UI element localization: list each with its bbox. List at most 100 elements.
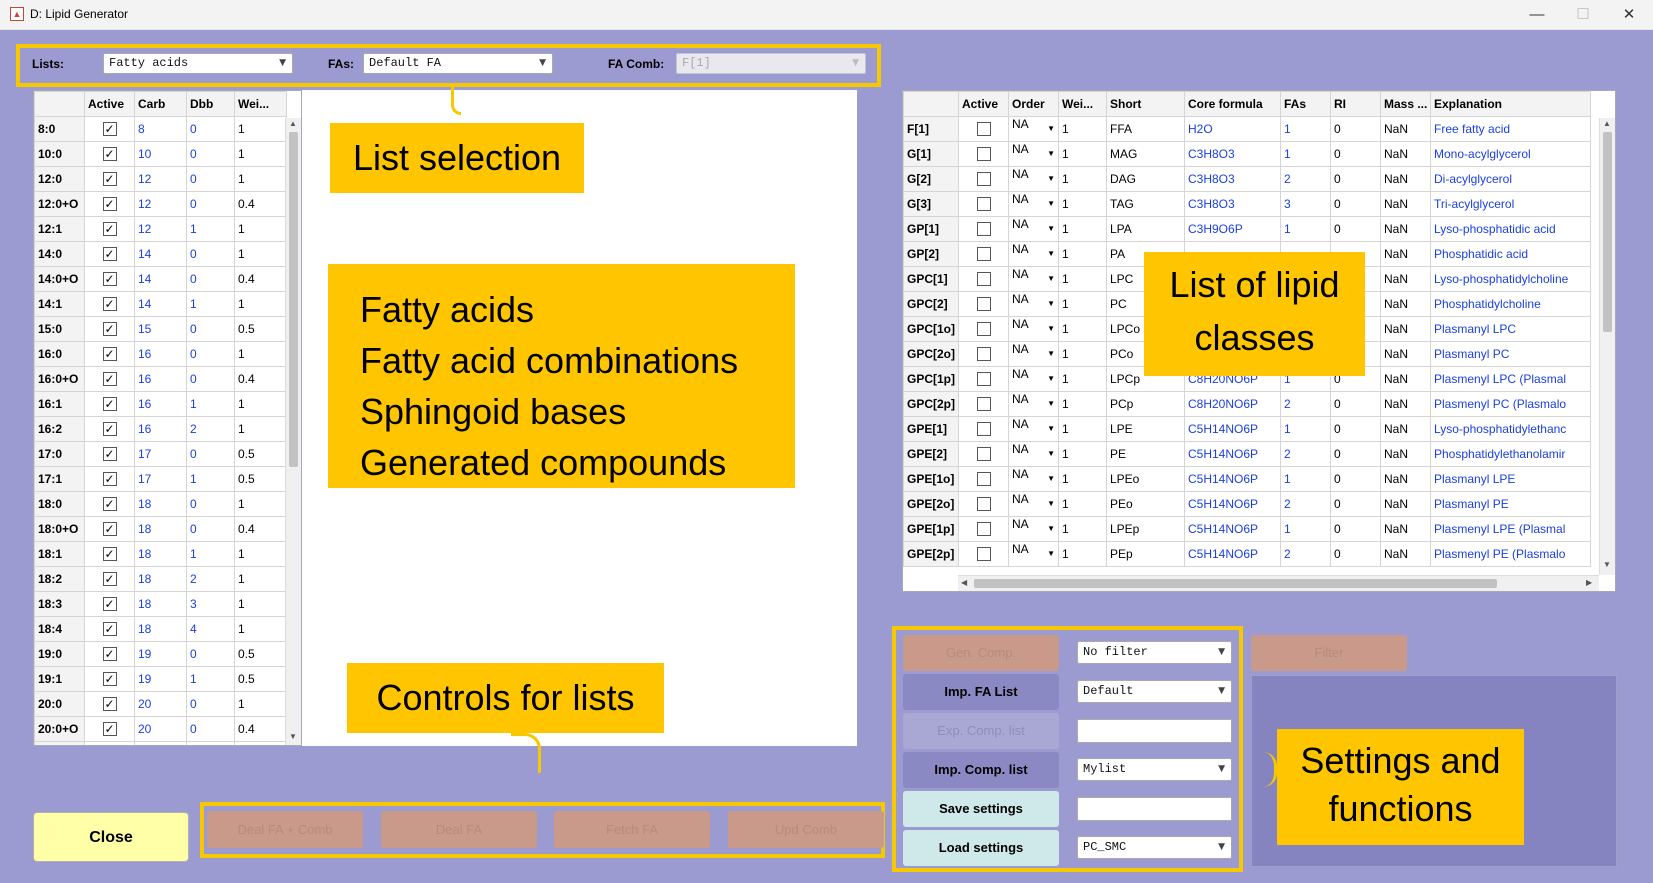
- load-settings-button[interactable]: Load settings: [903, 830, 1059, 866]
- carb-cell[interactable]: 20: [134, 691, 187, 717]
- checkbox[interactable]: ✓: [102, 497, 117, 512]
- active-checkbox-cell[interactable]: ✓: [84, 566, 135, 592]
- short-cell[interactable]: LPE: [1106, 416, 1185, 442]
- column-header[interactable]: Mass ...: [1380, 91, 1431, 117]
- dbb-cell[interactable]: 3: [186, 591, 235, 617]
- gen-comp-button[interactable]: Gen. Comp.: [903, 635, 1059, 671]
- carb-cell[interactable]: 20: [134, 741, 187, 745]
- wei-cell[interactable]: 1: [234, 616, 287, 642]
- active-checkbox-cell[interactable]: [958, 466, 1009, 492]
- column-header[interactable]: Order: [1008, 91, 1059, 117]
- active-checkbox-cell[interactable]: [958, 391, 1009, 417]
- formula-cell[interactable]: C5H14NO6P: [1184, 441, 1281, 467]
- short-cell[interactable]: TAG: [1106, 191, 1185, 217]
- explanation-cell[interactable]: Lyso-phosphatidylcholine: [1430, 266, 1591, 292]
- active-checkbox-cell[interactable]: ✓: [84, 266, 135, 292]
- active-checkbox-cell[interactable]: ✓: [84, 216, 135, 242]
- checkbox[interactable]: ✓: [102, 347, 117, 362]
- formula-cell[interactable]: C3H8O3: [1184, 191, 1281, 217]
- dbb-cell[interactable]: 0: [186, 341, 235, 367]
- carb-cell[interactable]: 16: [134, 341, 187, 367]
- ri-cell[interactable]: 0: [1330, 441, 1381, 467]
- formula-cell[interactable]: C3H9O6P: [1184, 216, 1281, 242]
- short-cell[interactable]: MAG: [1106, 141, 1185, 167]
- wei-cell[interactable]: 0.5: [234, 316, 287, 342]
- wei-cell[interactable]: 1: [1058, 416, 1107, 442]
- scroll-left-icon[interactable]: ◀: [961, 578, 967, 587]
- checkbox[interactable]: ✓: [102, 397, 117, 412]
- table-row[interactable]: F[1] NA ▼ 1 FFA H2O 1 0 NaN Free fatty acid: [903, 116, 1591, 142]
- dbb-cell[interactable]: 0: [186, 691, 235, 717]
- checkbox[interactable]: [976, 372, 991, 387]
- column-header[interactable]: Wei...: [1058, 91, 1107, 117]
- mass-cell[interactable]: NaN: [1380, 191, 1431, 217]
- active-checkbox-cell[interactable]: ✓: [84, 591, 135, 617]
- imp-fa-list-button[interactable]: Imp. FA List: [903, 674, 1059, 710]
- active-checkbox-cell[interactable]: [958, 516, 1009, 542]
- checkbox[interactable]: ✓: [102, 447, 117, 462]
- carb-cell[interactable]: 18: [134, 516, 187, 542]
- ri-cell[interactable]: 0: [1330, 416, 1381, 442]
- carb-cell[interactable]: 19: [134, 641, 187, 667]
- table-row[interactable]: GPE[2] NA ▼ 1 PE C5H14NO6P 2 0 NaN Phosphatidylet…: [903, 441, 1591, 467]
- deal-fa-button[interactable]: Deal FA: [381, 811, 537, 848]
- wei-cell[interactable]: 1: [234, 291, 287, 317]
- short-cell[interactable]: LPEo: [1106, 466, 1185, 492]
- fa-list-dropdown[interactable]: Default ▼: [1077, 680, 1232, 703]
- order-cell[interactable]: NA ▼: [1008, 166, 1059, 192]
- dbb-cell[interactable]: 0: [186, 641, 235, 667]
- table-row[interactable]: 16:0+O ✓ 16 0 0.4: [34, 366, 287, 392]
- mass-cell[interactable]: NaN: [1380, 241, 1431, 267]
- active-checkbox-cell[interactable]: [958, 191, 1009, 217]
- scroll-right-icon[interactable]: ▶: [1586, 578, 1592, 587]
- mass-cell[interactable]: NaN: [1380, 166, 1431, 192]
- column-header[interactable]: Active: [958, 91, 1009, 117]
- short-cell[interactable]: FFA: [1106, 116, 1185, 142]
- wei-cell[interactable]: 1: [1058, 316, 1107, 342]
- chevron-down-icon[interactable]: ▼: [1047, 318, 1055, 341]
- mass-cell[interactable]: NaN: [1380, 216, 1431, 242]
- dbb-cell[interactable]: 2: [186, 566, 235, 592]
- dbb-cell[interactable]: 0: [186, 491, 235, 517]
- carb-cell[interactable]: 20: [134, 716, 187, 742]
- chevron-down-icon[interactable]: ▼: [1047, 293, 1055, 316]
- chevron-down-icon[interactable]: ▼: [1047, 268, 1055, 291]
- formula-cell[interactable]: H2O: [1184, 116, 1281, 142]
- active-checkbox-cell[interactable]: ✓: [84, 166, 135, 192]
- mass-cell[interactable]: NaN: [1380, 316, 1431, 342]
- table-row[interactable]: G[3] NA ▼ 1 TAG C3H8O3 3 0 NaN Tri-acylglycerol: [903, 191, 1591, 217]
- scroll-up-icon[interactable]: ▲: [289, 119, 297, 128]
- explanation-cell[interactable]: Mono-acylglycerol: [1430, 141, 1591, 167]
- active-checkbox-cell[interactable]: ✓: [84, 366, 135, 392]
- carb-cell[interactable]: 18: [134, 591, 187, 617]
- wei-cell[interactable]: 0.5: [234, 441, 287, 467]
- lipid-table-vscrollbar[interactable]: ▲ ▼: [1599, 118, 1615, 575]
- explanation-cell[interactable]: Lyso-phosphatidylethanc: [1430, 416, 1591, 442]
- active-checkbox-cell[interactable]: ✓: [84, 716, 135, 742]
- fas-cell[interactable]: 1: [1280, 141, 1331, 167]
- wei-cell[interactable]: 1: [1058, 266, 1107, 292]
- checkbox[interactable]: ✓: [102, 272, 117, 287]
- explanation-cell[interactable]: Tri-acylglycerol: [1430, 191, 1591, 217]
- column-header[interactable]: Short: [1106, 91, 1185, 117]
- table-row[interactable]: 14:0+O ✓ 14 0 0.4: [34, 266, 287, 292]
- fas-cell[interactable]: 2: [1280, 491, 1331, 517]
- active-checkbox-cell[interactable]: [958, 366, 1009, 392]
- table-row[interactable]: 12:0 ✓ 12 0 1: [34, 166, 287, 192]
- dbb-cell[interactable]: 1: [186, 541, 235, 567]
- table-row[interactable]: GPE[1] NA ▼ 1 LPE C5H14NO6P 1 0 NaN Lyso-phosphat…: [903, 416, 1591, 442]
- explanation-cell[interactable]: Plasmanyl LPE: [1430, 466, 1591, 492]
- mass-cell[interactable]: NaN: [1380, 466, 1431, 492]
- carb-cell[interactable]: 12: [134, 166, 187, 192]
- checkbox[interactable]: [976, 522, 991, 537]
- save-settings-button[interactable]: Save settings: [903, 791, 1059, 827]
- fas-cell[interactable]: 1: [1280, 516, 1331, 542]
- table-row[interactable]: 20:0+O ✓ 20 0 0.4: [34, 716, 287, 742]
- chevron-down-icon[interactable]: ▼: [1047, 343, 1055, 366]
- active-checkbox-cell[interactable]: ✓: [84, 666, 135, 692]
- wei-cell[interactable]: 1: [234, 116, 287, 142]
- checkbox[interactable]: [976, 322, 991, 337]
- column-header[interactable]: Core formula: [1184, 91, 1281, 117]
- active-checkbox-cell[interactable]: [958, 166, 1009, 192]
- checkbox[interactable]: ✓: [102, 372, 117, 387]
